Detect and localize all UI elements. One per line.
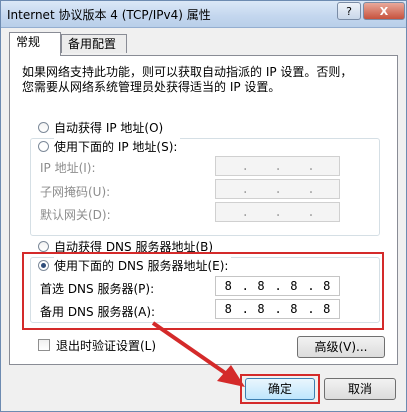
dns-highlight-box	[22, 252, 384, 330]
help-button[interactable]: ?	[337, 2, 361, 20]
ip-address-input[interactable]: . . .	[215, 156, 340, 176]
validate-on-exit-label[interactable]: 退出时验证设置(L)	[56, 337, 156, 354]
subnet-mask-label: 子网掩码(U):	[40, 185, 111, 199]
subnet-mask-input[interactable]: . . .	[215, 179, 340, 199]
pointer-arrow-icon	[151, 321, 245, 387]
general-panel: 如果网络支持此功能，则可以获取自动指派的 IP 设置。否则， 您需要从网络系统管…	[9, 55, 398, 365]
title-bar: Internet 协议版本 4 (TCP/IPv4) 属性 ? X	[1, 1, 406, 28]
advanced-button[interactable]: 高级(V)...	[297, 336, 385, 358]
ok-highlight-box	[240, 374, 320, 404]
ip-manual-radio[interactable]	[38, 141, 49, 152]
dialog-window: Internet 协议版本 4 (TCP/IPv4) 属性 ? X 常规 备用配…	[0, 0, 407, 412]
dns-auto-radio[interactable]	[38, 241, 49, 252]
cancel-button[interactable]: 取消	[324, 378, 396, 400]
tab-general[interactable]: 常规	[9, 32, 61, 56]
ip-auto-label[interactable]: 自动获得 IP 地址(O)	[54, 119, 163, 136]
ip-address-label: IP 地址(I):	[40, 161, 96, 175]
default-gateway-input[interactable]: . . .	[215, 202, 340, 222]
ip-manual-label[interactable]: 使用下面的 IP 地址(S):	[54, 138, 181, 155]
ip-auto-radio[interactable]	[38, 122, 49, 133]
tab-alternate-config[interactable]: 备用配置	[61, 34, 127, 53]
validate-on-exit-checkbox[interactable]	[38, 339, 50, 351]
description-text: 如果网络支持此功能，则可以获取自动指派的 IP 设置。否则， 您需要从网络系统管…	[22, 65, 353, 94]
default-gateway-label: 默认网关(D):	[40, 208, 111, 222]
window-title: Internet 协议版本 4 (TCP/IPv4) 属性	[7, 8, 211, 22]
close-button[interactable]: X	[363, 2, 405, 20]
